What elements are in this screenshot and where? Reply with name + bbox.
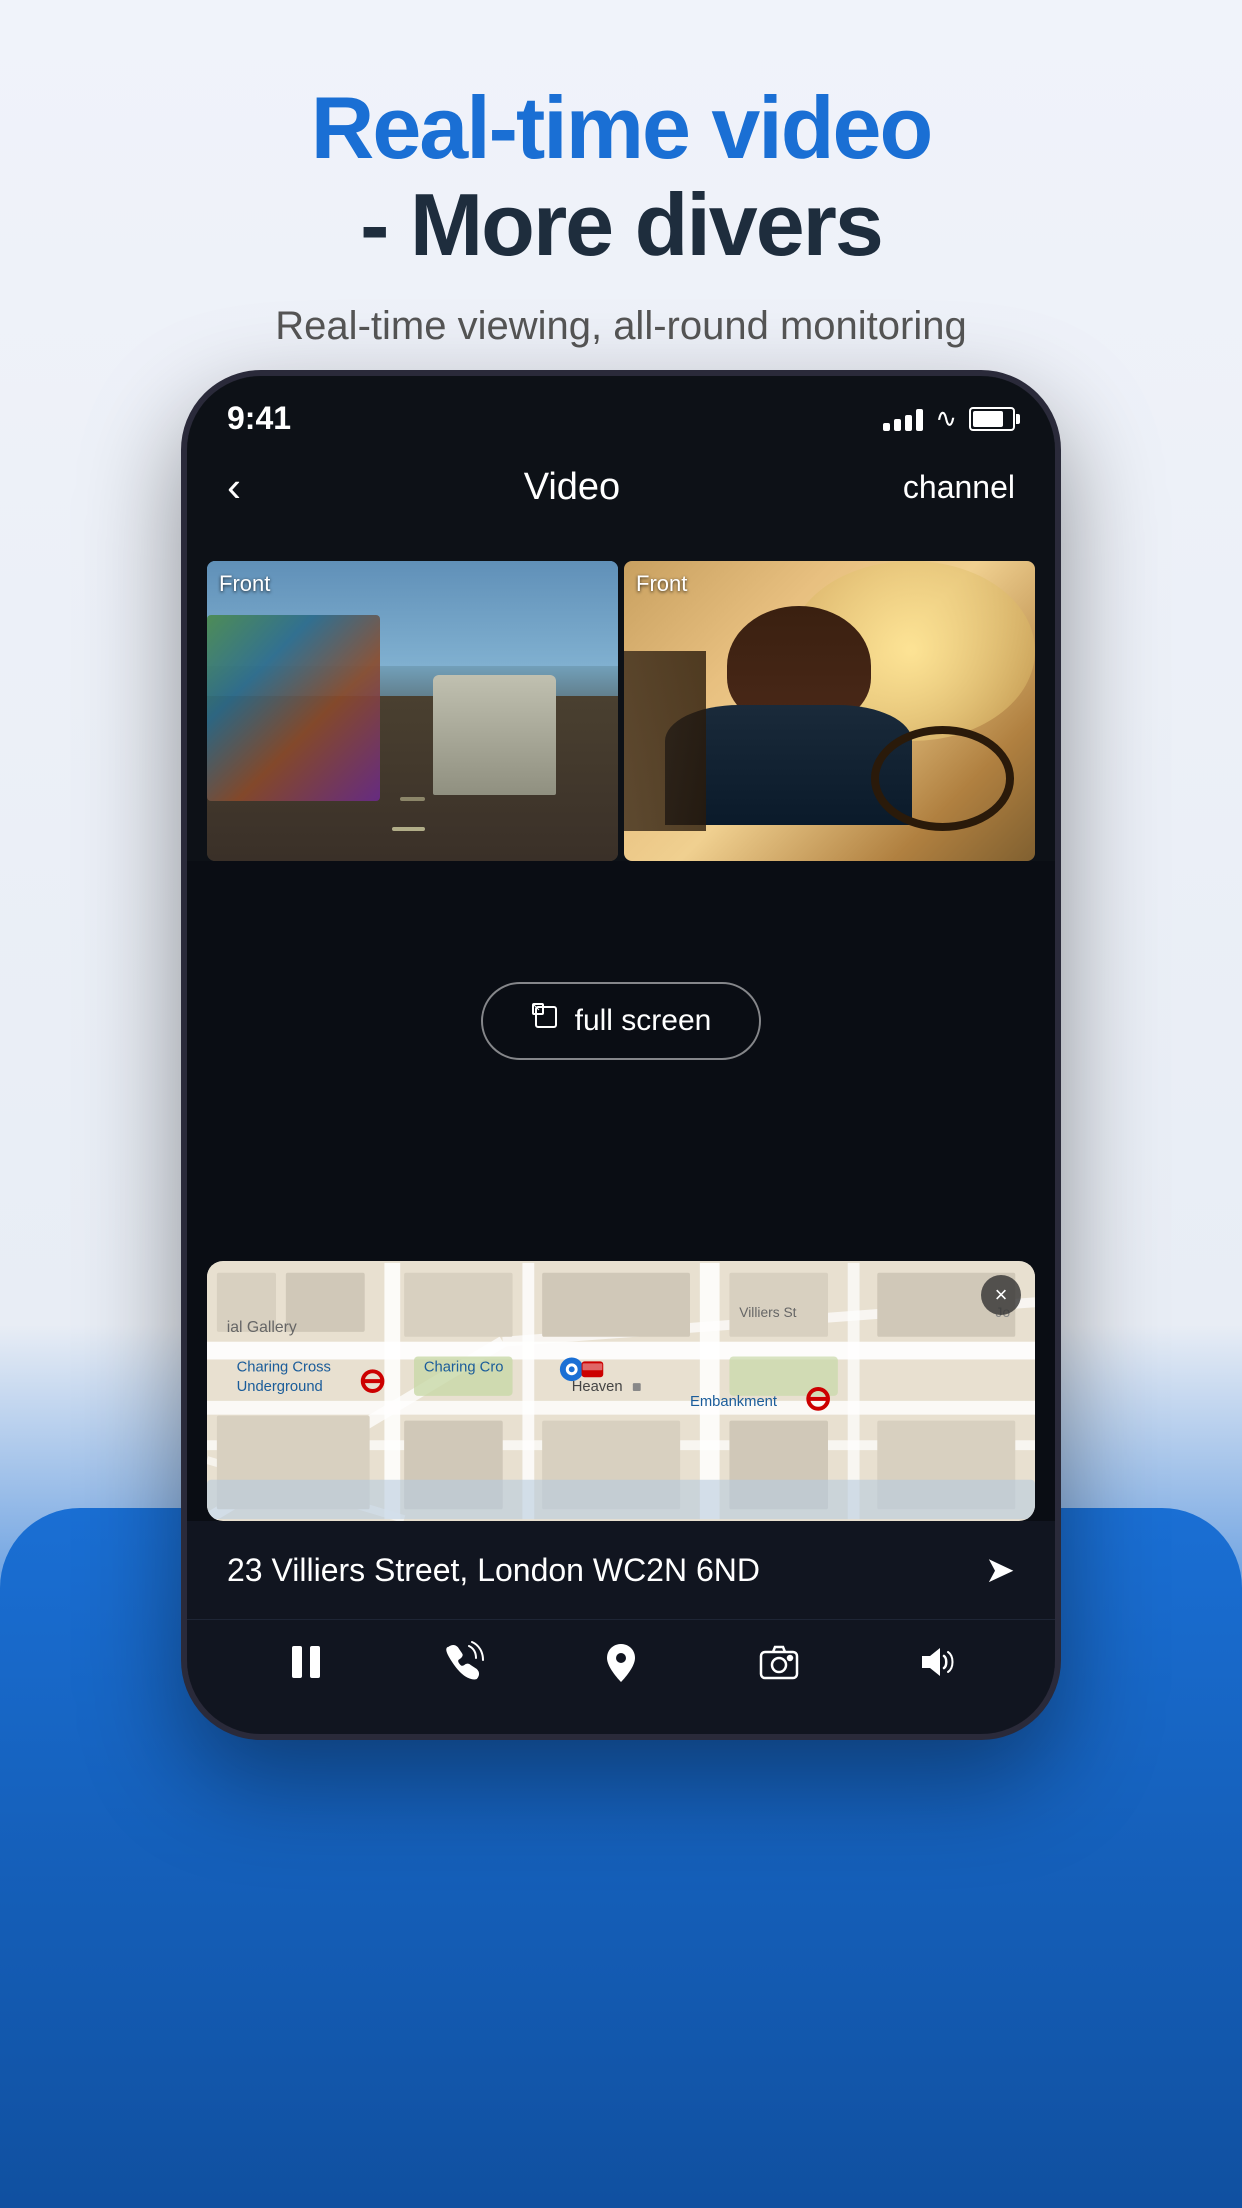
headline-dark: - More divers [0, 177, 1242, 274]
left-scene [207, 561, 618, 861]
navigation-arrow-icon[interactable]: ➤ [985, 1549, 1015, 1591]
video-label-left: Front [219, 571, 270, 597]
location-address: 23 Villiers Street, London WC2N 6ND [227, 1552, 760, 1589]
signal-icon [883, 407, 923, 431]
svg-text:Charing Cro: Charing Cro [424, 1359, 504, 1375]
nav-title: Video [524, 466, 621, 509]
pause-button[interactable] [284, 1640, 328, 1684]
svg-text:Charing Cross: Charing Cross [237, 1359, 331, 1375]
location-bar: 23 Villiers Street, London WC2N 6ND ➤ [187, 1521, 1055, 1619]
fullscreen-label: full screen [575, 1004, 712, 1038]
right-scene [624, 561, 1035, 861]
video-cell-right[interactable]: Front [624, 561, 1035, 861]
close-icon: × [995, 1282, 1008, 1308]
battery-icon [969, 407, 1015, 431]
video-area: Front [187, 531, 1055, 861]
video-grid: Front [207, 561, 1035, 861]
phone-mockup: 9:41 ∿ ‹ Video channel [181, 370, 1061, 1740]
map-visual: ial Gallery Charing Cross Underground Ch… [207, 1261, 1035, 1521]
wifi-icon: ∿ [935, 403, 957, 434]
phone-button[interactable] [441, 1640, 485, 1684]
volume-button[interactable] [914, 1640, 958, 1684]
map-container[interactable]: × [207, 1261, 1035, 1521]
svg-text:Underground: Underground [237, 1379, 323, 1395]
camera-button[interactable] [757, 1640, 801, 1684]
phone-screen: 9:41 ∿ ‹ Video channel [181, 370, 1061, 1740]
svg-text:Embankment: Embankment [690, 1394, 777, 1410]
channel-button[interactable]: channel [903, 469, 1015, 506]
location-button[interactable] [599, 1640, 643, 1684]
video-cell-left[interactable]: Front [207, 561, 618, 861]
top-text-section: Real-time video - More divers Real-time … [0, 80, 1242, 349]
fullscreen-button[interactable]: full screen [481, 982, 762, 1060]
middle-section: full screen [187, 861, 1055, 1181]
status-icons: ∿ [883, 403, 1015, 434]
status-bar: 9:41 ∿ [187, 376, 1055, 447]
subtitle-text: Real-time viewing, all-round monitoring [0, 304, 1242, 349]
back-button[interactable]: ‹ [227, 463, 241, 511]
map-close-button[interactable]: × [981, 1275, 1021, 1315]
nav-bar: ‹ Video channel [187, 447, 1055, 531]
lower-black [187, 1181, 1055, 1261]
fullscreen-icon [531, 1002, 561, 1040]
svg-text:ial Gallery: ial Gallery [227, 1319, 297, 1336]
status-time: 9:41 [227, 400, 291, 437]
bottom-controls [187, 1619, 1055, 1734]
headline-blue: Real-time video [0, 80, 1242, 177]
video-label-right: Front [636, 571, 687, 597]
map-section: × [187, 1261, 1055, 1521]
svg-text:Heaven: Heaven [572, 1379, 623, 1395]
svg-text:Villiers St: Villiers St [739, 1305, 796, 1320]
